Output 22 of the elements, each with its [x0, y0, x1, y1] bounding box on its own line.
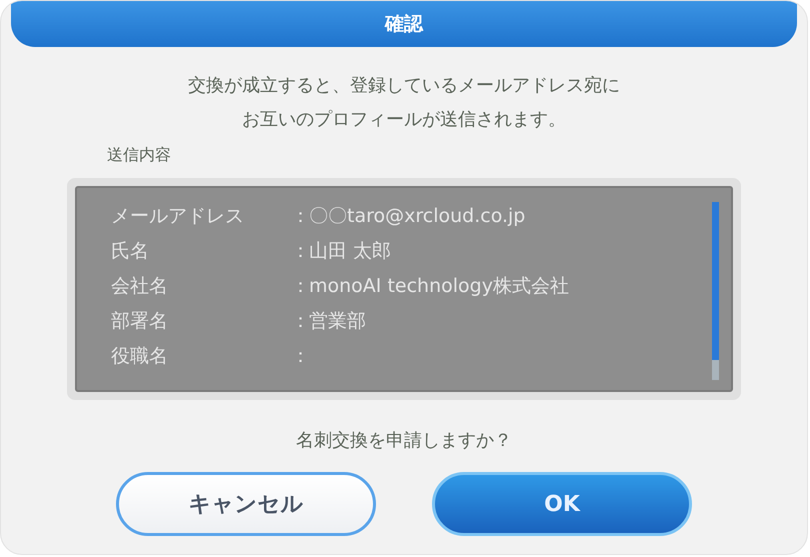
ok-button[interactable]: OK: [432, 472, 692, 536]
field-value: monoAI technology株式会社: [309, 274, 569, 299]
cancel-button[interactable]: キャンセル: [116, 472, 376, 536]
message-text: お互いのプロフィールが送信されます。: [242, 108, 566, 132]
field-label: 役職名: [111, 344, 169, 369]
field-separator: ：: [291, 239, 309, 264]
field-value: 〇〇taro@xrcloud.co.jp: [309, 204, 526, 229]
field-label: メールアドレス: [111, 204, 245, 229]
field-label: 氏名: [111, 239, 150, 264]
field-separator: ：: [291, 309, 309, 334]
question-text: 名刺交換を申請しますか？: [296, 430, 512, 451]
field-label: 部署名: [111, 309, 169, 334]
dialog-title: 確認: [385, 12, 423, 37]
field-separator: ：: [291, 274, 309, 299]
scrollbar[interactable]: [712, 202, 719, 380]
field-value: 営業部: [309, 309, 366, 334]
field-separator: ：: [291, 204, 309, 229]
field-label: 会社名: [111, 274, 169, 299]
message-text: 交換が成立すると、登録しているメールアドレス宛に: [188, 74, 620, 98]
field-separator: ：: [291, 344, 309, 369]
field-value: 山田 太郎: [309, 239, 392, 264]
section-label: 送信内容: [107, 145, 171, 164]
